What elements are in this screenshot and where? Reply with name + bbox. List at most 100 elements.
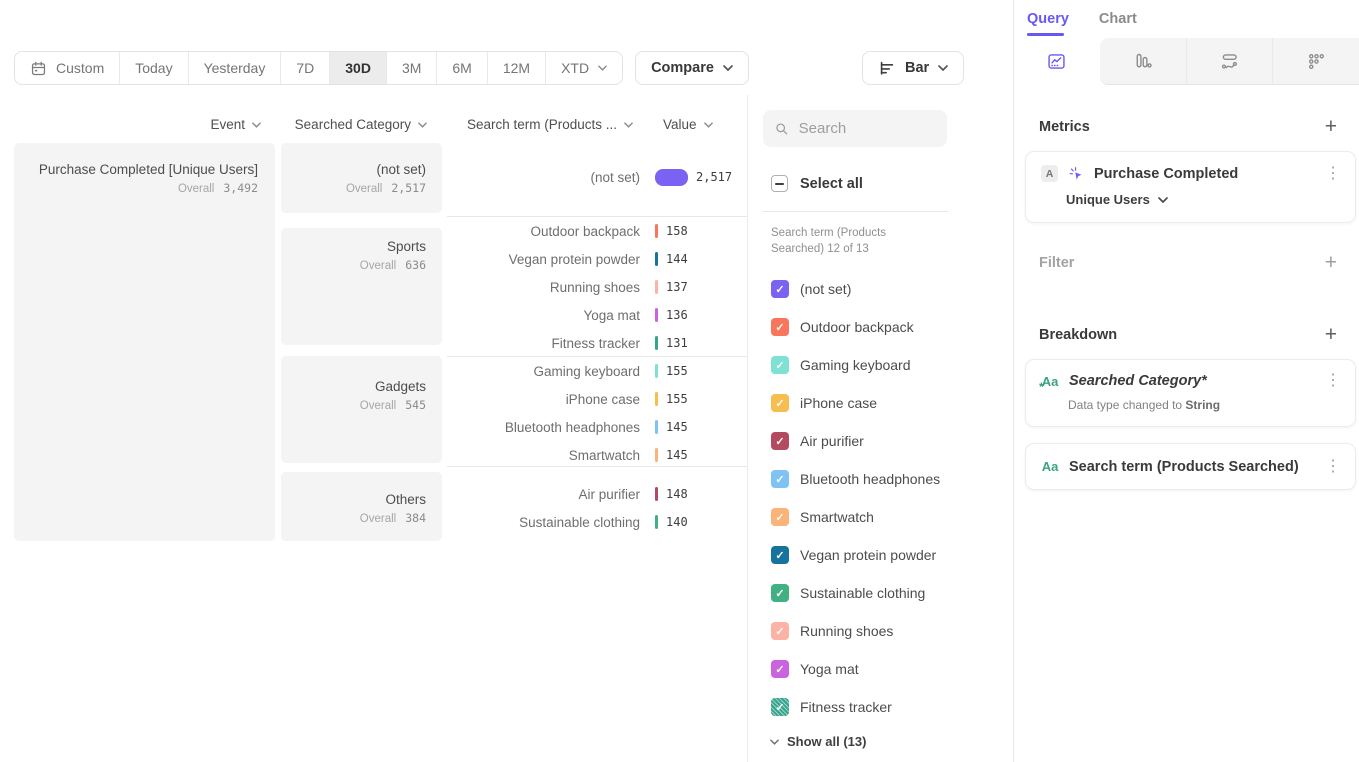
table-row[interactable]: Smartwatch145	[447, 441, 747, 469]
report-type-funnels[interactable]	[1100, 38, 1186, 85]
legend-item[interactable]: ✓Air purifier	[748, 422, 1013, 460]
event-cell[interactable]: Purchase Completed [Unique Users] Overal…	[14, 143, 275, 541]
value-bar[interactable]	[655, 448, 658, 462]
kebab-menu-icon[interactable]: ⋮	[1325, 373, 1341, 389]
column-header-event[interactable]: Event	[14, 117, 261, 132]
report-type-insights[interactable]	[1014, 38, 1100, 85]
value-bar[interactable]	[655, 515, 658, 529]
category-cell-not-set[interactable]: (not set) Overall2,517	[281, 143, 442, 213]
legend-caption: Search term (Products Searched) 12 of 13	[771, 225, 1013, 257]
filter-section-header: Filter +	[1039, 255, 1337, 271]
date-range-6m[interactable]: 6M	[437, 52, 487, 84]
series-checkbox[interactable]: ✓	[771, 394, 789, 412]
report-type-flows[interactable]	[1186, 38, 1273, 85]
value-bar[interactable]	[655, 308, 658, 322]
date-range-12m[interactable]: 12M	[488, 52, 546, 84]
table-row[interactable]: (not set)2,517	[447, 163, 747, 191]
custom-event-sparkle-icon	[1068, 166, 1084, 182]
add-filter-button[interactable]: +	[1325, 255, 1337, 271]
table-row[interactable]: iPhone case155	[447, 385, 747, 413]
legend-item[interactable]: ✓Gaming keyboard	[748, 346, 1013, 384]
value-bar[interactable]	[655, 392, 658, 406]
series-checkbox[interactable]: ✓	[771, 318, 789, 336]
legend-item[interactable]: ✓(not set)	[748, 270, 1013, 308]
kebab-menu-icon[interactable]: ⋮	[1325, 459, 1341, 475]
table-row[interactable]: Sustainable clothing140	[447, 508, 747, 536]
date-range-xtd[interactable]: XTD	[546, 52, 622, 84]
value-bar[interactable]	[655, 487, 658, 501]
table-row[interactable]: Running shoes137	[447, 273, 747, 301]
kebab-menu-icon[interactable]: ⋮	[1325, 166, 1341, 182]
table-row[interactable]: Bluetooth headphones145	[447, 413, 747, 441]
series-checkbox[interactable]: ✓	[771, 280, 789, 298]
series-letter-badge: A	[1041, 165, 1058, 182]
category-cell-sports[interactable]: Sports Overall636	[281, 228, 442, 345]
select-all-label: Select all	[800, 176, 863, 192]
column-header-searched-category[interactable]: Searched Category	[281, 117, 427, 132]
legend-item[interactable]: ✓Smartwatch	[748, 498, 1013, 536]
breakdown-card-searched-category[interactable]: Aa* Searched Category* ⋮ Data type chang…	[1025, 359, 1356, 427]
legend-item[interactable]: ✓Running shoes	[748, 612, 1013, 650]
legend-item[interactable]: ✓Fitness tracker	[748, 688, 1013, 726]
show-all-toggle[interactable]: Show all (13)	[770, 734, 1013, 749]
chart-type-selector[interactable]: Bar	[862, 51, 964, 85]
category-cell-others[interactable]: Others Overall384	[281, 472, 442, 541]
category-cell-gadgets[interactable]: Gadgets Overall545	[281, 356, 442, 463]
series-checkbox[interactable]: ✓	[771, 432, 789, 450]
date-range-30d-active[interactable]: 30D	[330, 52, 387, 84]
table-row[interactable]: Vegan protein powder144	[447, 245, 747, 273]
table-row[interactable]: Outdoor backpack158	[447, 217, 747, 245]
date-range-yesterday[interactable]: Yesterday	[189, 52, 282, 84]
compare-button[interactable]: Compare	[635, 51, 749, 85]
series-checkbox[interactable]: ✓	[771, 470, 789, 488]
series-checkbox[interactable]: ✓	[771, 546, 789, 564]
column-header-value[interactable]: Value	[663, 117, 713, 132]
series-checkbox[interactable]: ✓	[771, 508, 789, 526]
legend-item[interactable]: ✓Vegan protein powder	[748, 536, 1013, 574]
select-all-checkbox-indeterminate[interactable]	[771, 175, 788, 192]
tab-query[interactable]: Query	[1027, 11, 1069, 27]
calendar-icon	[30, 60, 47, 77]
value-bar[interactable]	[655, 169, 688, 186]
series-legend-panel: Select all Search term (Products Searche…	[747, 95, 1013, 762]
breakdown-card-search-term[interactable]: Aa Search term (Products Searched) ⋮	[1025, 443, 1356, 490]
table-row[interactable]: Gaming keyboard155	[447, 357, 747, 385]
search-input[interactable]	[799, 120, 935, 137]
add-breakdown-button[interactable]: +	[1325, 327, 1337, 343]
date-range-3m[interactable]: 3M	[387, 52, 437, 84]
value-bar[interactable]	[655, 224, 658, 238]
series-checkbox[interactable]: ✓	[771, 584, 789, 602]
series-checkbox[interactable]: ✓	[771, 698, 789, 716]
metric-card[interactable]: A Purchase Completed ⋮ Unique Users	[1025, 151, 1356, 223]
metrics-heading: Metrics	[1039, 119, 1090, 135]
table-row[interactable]: Air purifier148	[447, 480, 747, 508]
measure-selector[interactable]: Unique Users	[1066, 192, 1355, 207]
value-bar[interactable]	[655, 280, 658, 294]
value-bar[interactable]	[655, 336, 658, 350]
date-range-custom[interactable]: Custom	[15, 52, 120, 84]
app-window: Custom Today Yesterday 7D 30D 3M 6M 12M …	[0, 0, 1359, 762]
legend-item[interactable]: ✓iPhone case	[748, 384, 1013, 422]
report-type-retention[interactable]	[1272, 38, 1359, 85]
value-bar[interactable]	[655, 420, 658, 434]
value-bar[interactable]	[655, 364, 658, 378]
metrics-section-header: Metrics +	[1039, 119, 1337, 135]
select-all-row[interactable]: Select all	[771, 175, 1013, 192]
date-range-today[interactable]: Today	[120, 52, 188, 84]
column-header-search-term[interactable]: Search term (Products ...	[447, 117, 633, 132]
event-name: Purchase Completed [Unique Users]	[14, 161, 258, 178]
table-row[interactable]: Yoga mat136	[447, 301, 747, 329]
series-checkbox[interactable]: ✓	[771, 622, 789, 640]
legend-item[interactable]: ✓Sustainable clothing	[748, 574, 1013, 612]
add-metric-button[interactable]: +	[1325, 119, 1337, 135]
table-row[interactable]: Fitness tracker131	[447, 329, 747, 357]
legend-item[interactable]: ✓Outdoor backpack	[748, 308, 1013, 346]
value-bar[interactable]	[655, 252, 658, 266]
breakdown-property-name: Search term (Products Searched)	[1069, 459, 1315, 475]
series-checkbox[interactable]: ✓	[771, 356, 789, 374]
date-range-7d[interactable]: 7D	[281, 52, 330, 84]
tab-chart[interactable]: Chart	[1099, 11, 1137, 27]
legend-item[interactable]: ✓Bluetooth headphones	[748, 460, 1013, 498]
series-checkbox[interactable]: ✓	[771, 660, 789, 678]
legend-item[interactable]: ✓Yoga mat	[748, 650, 1013, 688]
